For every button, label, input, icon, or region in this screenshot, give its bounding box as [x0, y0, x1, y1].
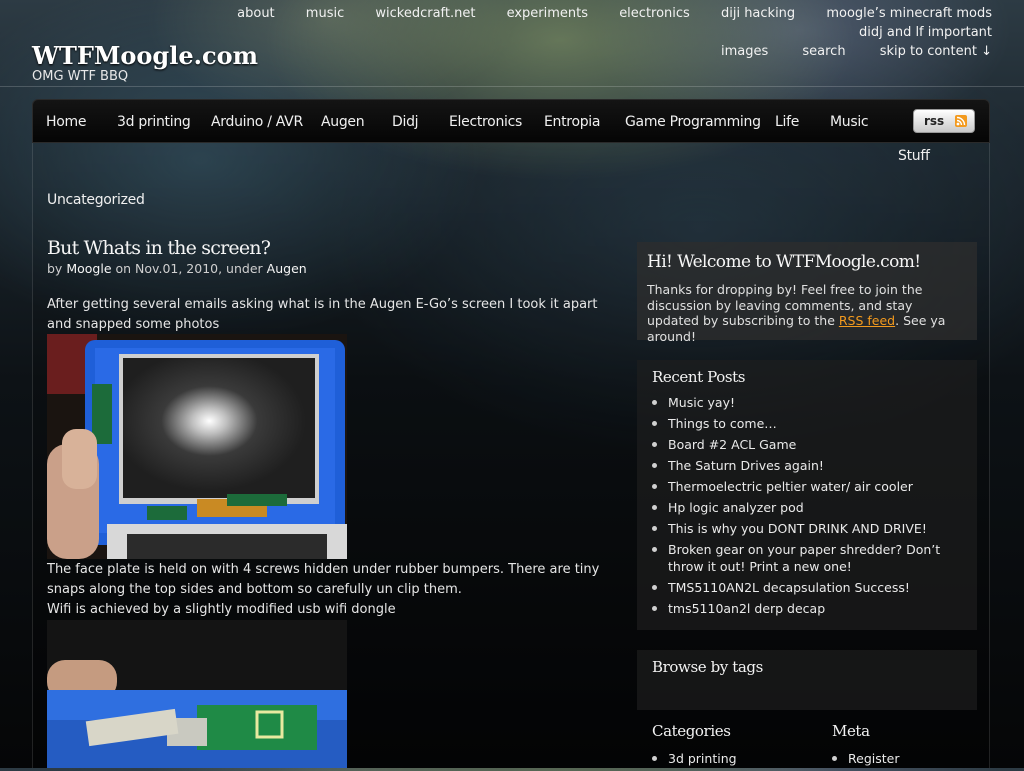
- site-title[interactable]: WTFMoogle.com: [32, 41, 258, 70]
- welcome-widget: Hi! Welcome to WTFMoogle.com! Thanks for…: [637, 242, 977, 344]
- recent-posts-list: Music yay! Things to come… Board #2 ACL …: [652, 394, 962, 617]
- top-nav-electronics[interactable]: electronics: [619, 4, 690, 23]
- skip-to-content-link[interactable]: skip to content ↓: [880, 42, 992, 61]
- tags-title: Browse by tags: [652, 658, 763, 676]
- meta-widget: Meta Register: [832, 722, 972, 771]
- main-navigation: Home 3d printing Arduino / AVR Augen Did…: [32, 99, 990, 143]
- nav-item-electronics[interactable]: Electronics: [449, 114, 522, 130]
- post-paragraph-3: Wifi is achieved by a slightly modified …: [47, 602, 396, 617]
- nav-item-stuff[interactable]: Stuff: [898, 148, 930, 164]
- top-nav-row-1: about music wickedcraft.net experiments …: [92, 4, 992, 42]
- post-title[interactable]: But Whats in the screen?: [47, 237, 271, 259]
- meta-list: Register: [832, 750, 972, 767]
- recent-post-link[interactable]: Music yay!: [652, 394, 962, 411]
- recent-post-link[interactable]: Broken gear on your paper shredder? Don’…: [652, 541, 962, 575]
- recent-post-link[interactable]: Things to come…: [652, 415, 962, 432]
- recent-post-link[interactable]: Hp logic analyzer pod: [652, 499, 962, 516]
- nav-item-didj[interactable]: Didj: [392, 114, 419, 130]
- top-nav-experiments[interactable]: experiments: [507, 4, 588, 23]
- recent-post-link[interactable]: The Saturn Drives again!: [652, 457, 962, 474]
- top-nav-didj-lf[interactable]: didj and lf important: [859, 23, 992, 42]
- top-nav-images[interactable]: images: [721, 42, 768, 61]
- categories-title: Categories: [652, 722, 731, 740]
- recent-posts-title: Recent Posts: [652, 368, 746, 386]
- categories-list: 3d printing: [652, 750, 822, 767]
- recent-post-link[interactable]: Thermoelectric peltier water/ air cooler: [652, 478, 962, 495]
- post-author-link[interactable]: Moogle: [66, 261, 111, 276]
- post-meta: by Moogle on Nov.01, 2010, under Augen: [47, 261, 307, 276]
- header-divider: [0, 86, 1024, 87]
- top-nav-minecraft-mods[interactable]: moogle’s minecraft mods: [826, 4, 992, 23]
- recent-post-link[interactable]: TMS5110AN2L decapsulation Success!: [652, 579, 962, 596]
- categories-widget: Categories 3d printing: [652, 722, 822, 771]
- recent-posts-widget: Recent Posts Music yay! Things to come… …: [637, 360, 977, 630]
- post-meta-date: on Nov.01, 2010, under: [115, 261, 263, 276]
- welcome-text: Thanks for dropping by! Feel free to joi…: [647, 282, 967, 344]
- photo-wifi-dongle[interactable]: [47, 620, 347, 768]
- nav-item-arduino-avr[interactable]: Arduino / AVR: [211, 114, 303, 130]
- post-paragraph-1: After getting several emails asking what…: [47, 297, 598, 332]
- category-link[interactable]: 3d printing: [652, 750, 822, 767]
- welcome-title: Hi! Welcome to WTFMoogle.com!: [647, 252, 921, 272]
- post-category-link[interactable]: Augen: [267, 261, 307, 276]
- post-meta-by: by: [47, 261, 63, 276]
- meta-register-link[interactable]: Register: [832, 750, 972, 767]
- top-nav-about[interactable]: about: [237, 4, 275, 23]
- recent-post-link[interactable]: This is why you DONT DRINK AND DRIVE!: [652, 520, 962, 537]
- recent-post-link[interactable]: tms5110an2l derp decap: [652, 600, 962, 617]
- nav-item-game-programming[interactable]: Game Programming: [625, 114, 761, 130]
- nav-item-music[interactable]: Music: [830, 114, 869, 130]
- rss-feed-link[interactable]: RSS feed: [839, 313, 895, 328]
- nav-item-uncategorized[interactable]: Uncategorized: [47, 192, 145, 208]
- nav-item-entropia[interactable]: Entropia: [544, 114, 600, 130]
- rss-feed-icon: [955, 115, 967, 127]
- nav-item-3d-printing[interactable]: 3d printing: [117, 114, 191, 130]
- top-nav-diji-hacking[interactable]: diji hacking: [721, 4, 795, 23]
- recent-post-link[interactable]: Board #2 ACL Game: [652, 436, 962, 453]
- photo-augen-screen[interactable]: [47, 334, 347, 559]
- nav-item-life[interactable]: Life: [775, 114, 799, 130]
- site-tagline: OMG WTF BBQ: [32, 69, 129, 84]
- rss-button[interactable]: rss: [913, 109, 975, 133]
- post-paragraph-2: The face plate is held on with 4 screws …: [47, 562, 600, 597]
- top-nav-search[interactable]: search: [802, 42, 845, 61]
- tags-widget: Browse by tags: [637, 650, 977, 710]
- top-nav-music[interactable]: music: [306, 4, 344, 23]
- top-nav-wickedcraft[interactable]: wickedcraft.net: [375, 4, 475, 23]
- rss-label: rss: [924, 114, 945, 128]
- nav-item-augen[interactable]: Augen: [321, 114, 365, 130]
- meta-title: Meta: [832, 722, 870, 740]
- nav-item-home[interactable]: Home: [46, 114, 86, 130]
